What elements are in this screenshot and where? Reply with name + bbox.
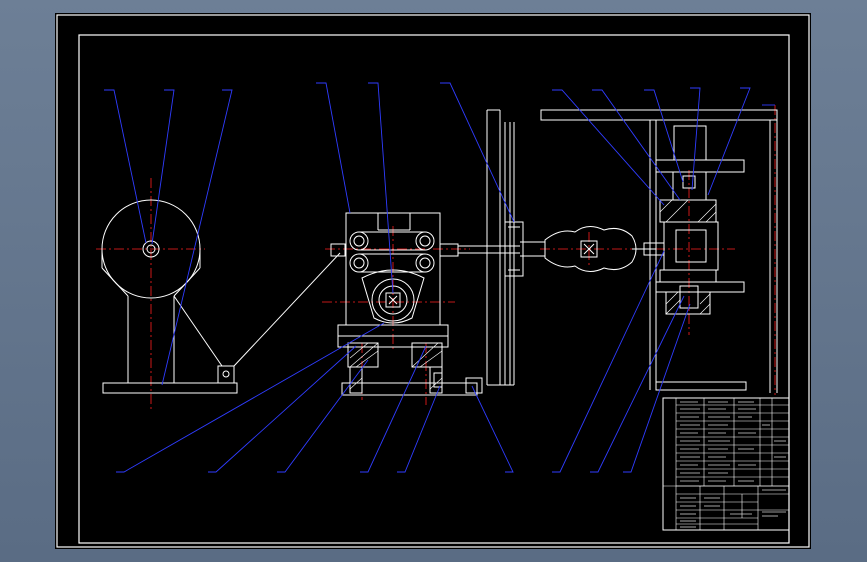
- press-hatching: [659, 199, 717, 315]
- cad-viewport: [0, 0, 867, 562]
- cad-drawing: [56, 14, 810, 548]
- unwind-spool-stand: [101, 199, 341, 394]
- roller-drive-unit: [330, 212, 520, 396]
- inner-frame: [78, 34, 790, 544]
- press-slider-assembly: [540, 109, 778, 393]
- outer-frame: [56, 14, 810, 548]
- title-block: [662, 397, 790, 531]
- vertical-column: [486, 109, 545, 386]
